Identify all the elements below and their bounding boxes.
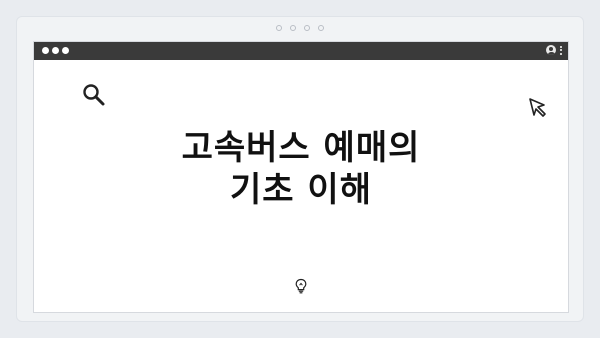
search-icon [83,84,105,106]
window-control-dot[interactable] [42,47,49,54]
user-icon[interactable] [546,45,556,55]
pagination-dot[interactable] [276,25,282,31]
pagination-dots [276,25,324,31]
window-control-dot[interactable] [52,47,59,54]
window-titlebar [34,42,568,60]
pagination-dot[interactable] [318,25,324,31]
pagination-dot[interactable] [304,25,310,31]
title-line-2: 기초 이해 [230,170,372,210]
window-controls [42,47,69,54]
pagination-dot[interactable] [290,25,296,31]
page-title: 고속버스 예매의 기초 이해 [34,127,568,211]
cursor-arrow-icon [529,98,546,117]
kebab-menu-icon[interactable] [560,45,562,55]
browser-window: 고속버스 예매의 기초 이해 [33,41,569,313]
window-control-dot[interactable] [62,47,69,54]
titlebar-actions [546,45,562,55]
title-line-1: 고속버스 예매의 [181,128,421,168]
lightbulb-icon [295,278,307,294]
